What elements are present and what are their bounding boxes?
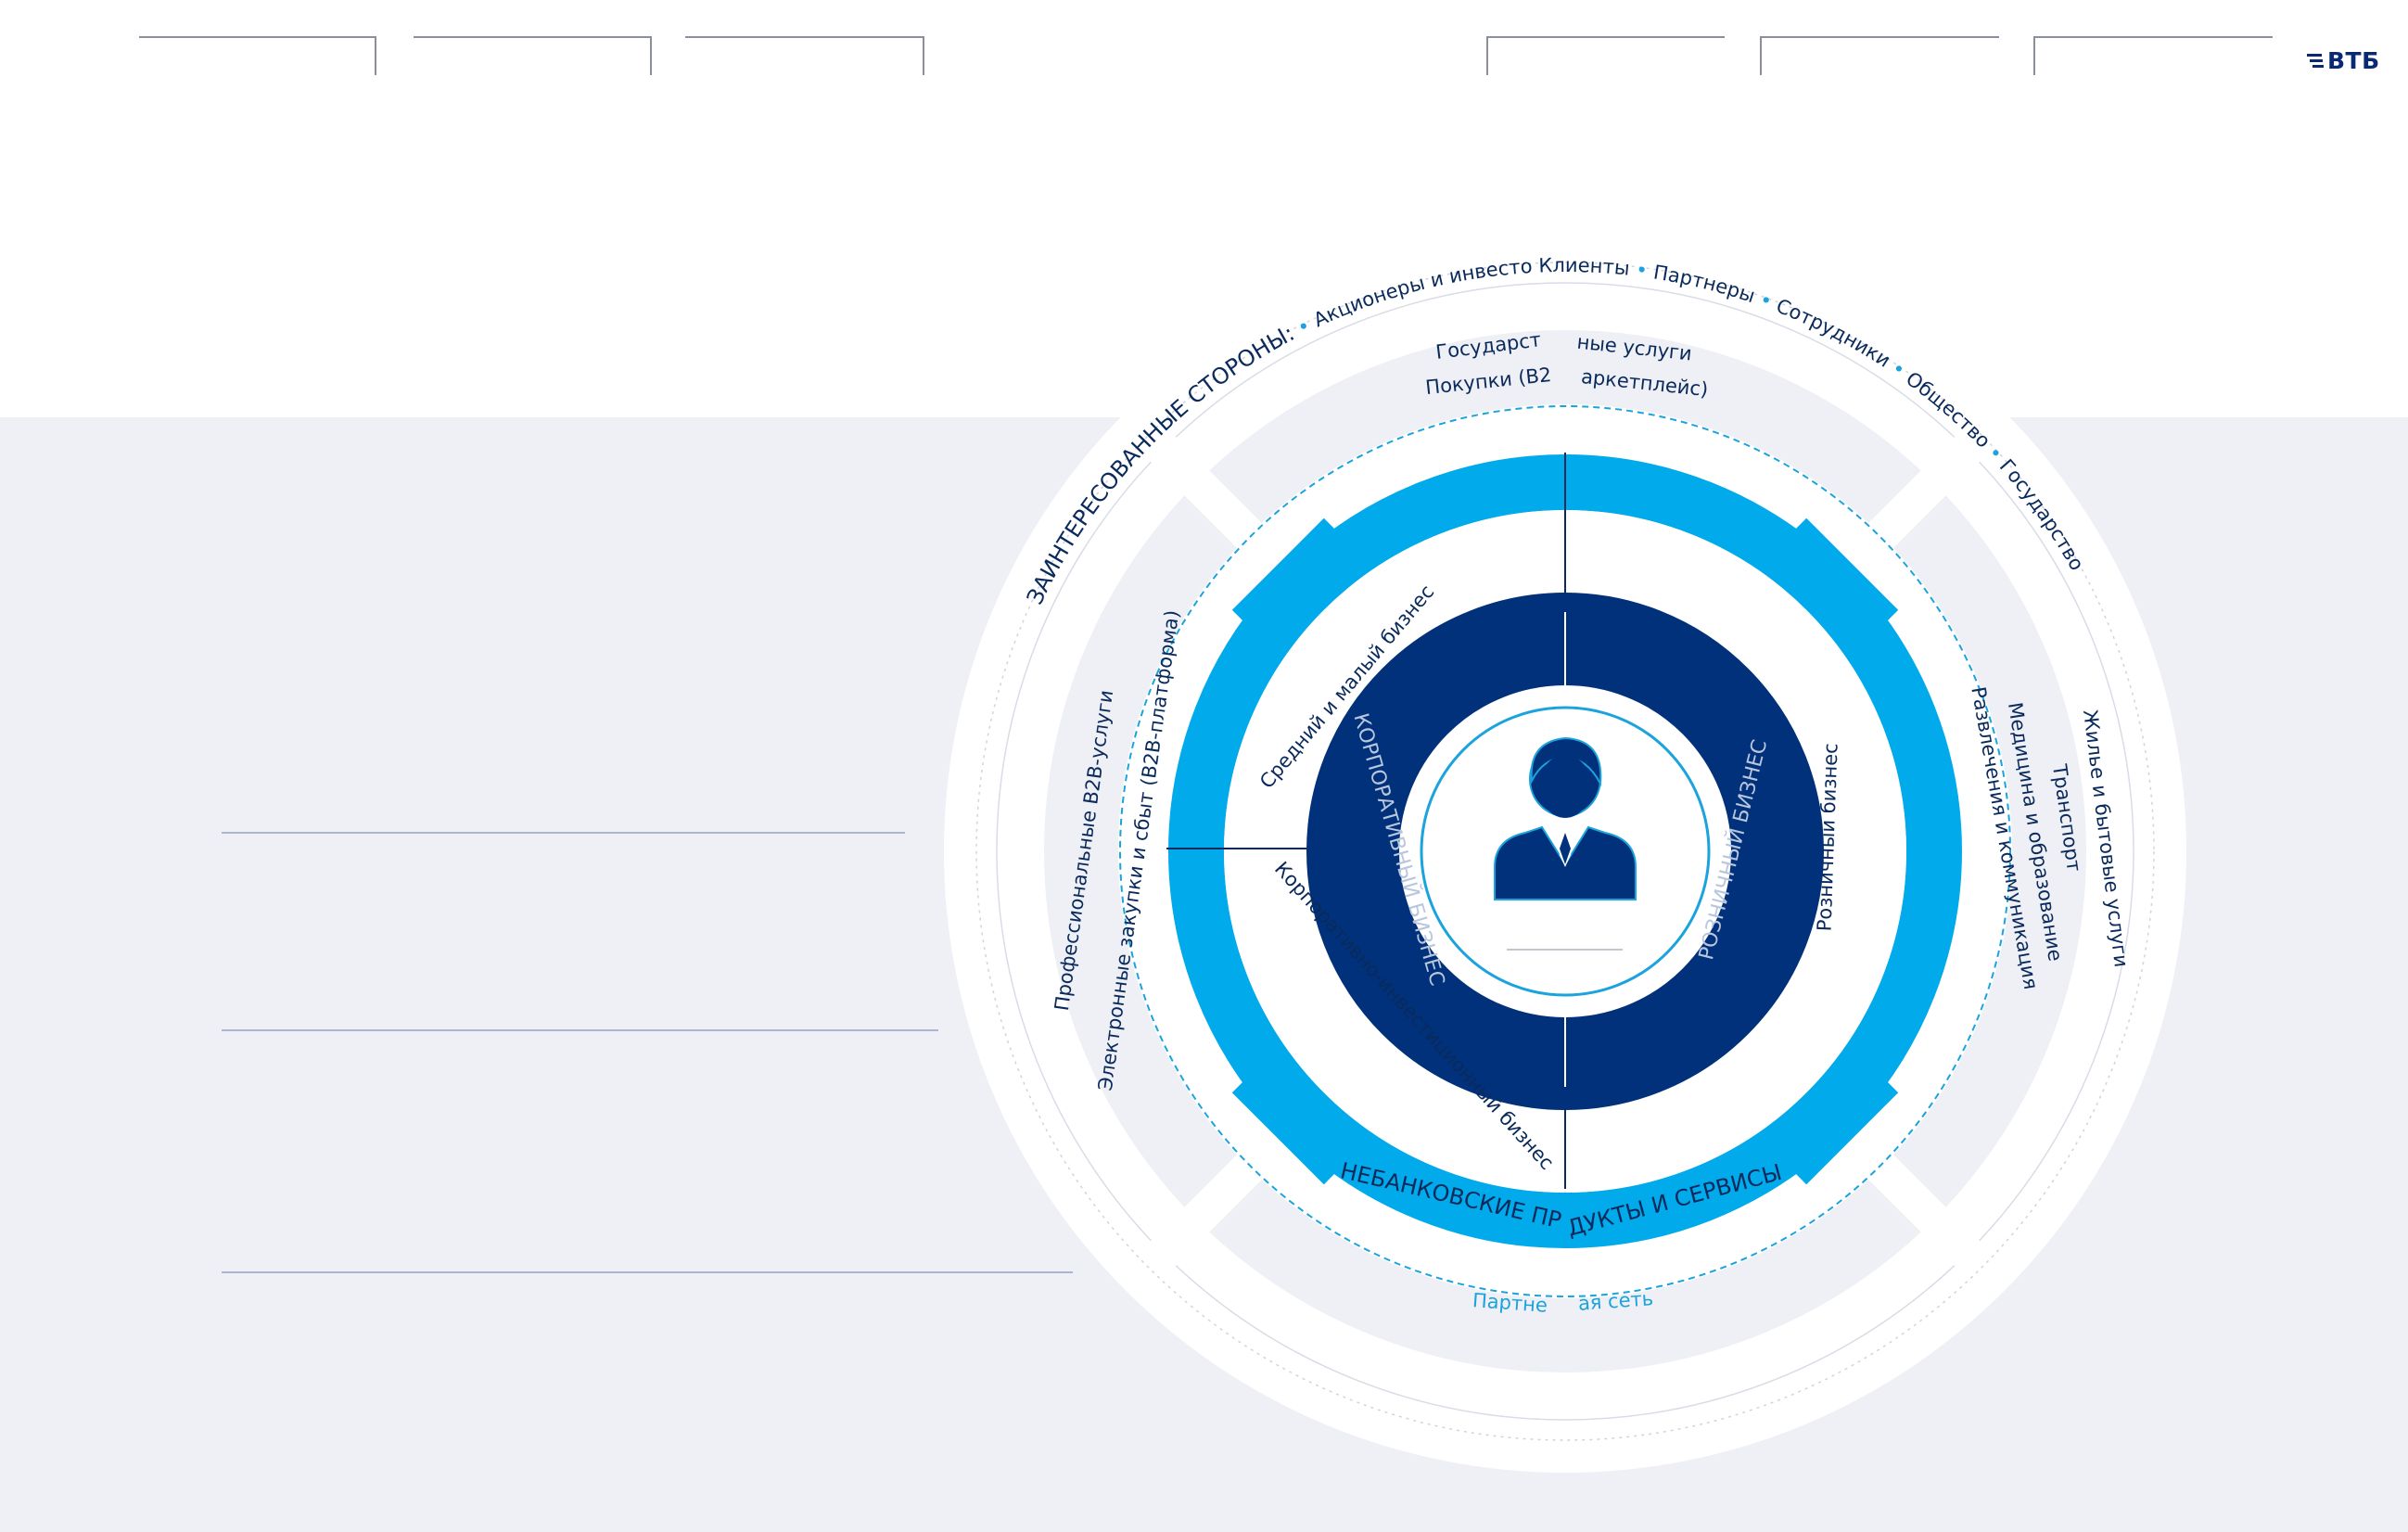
ecosystem-slide: ВТБ ЗАИНТЕРЕСОВАННЫЕ СТОРОНЫ: • Акционер…: [0, 0, 2408, 1532]
stakeholder-clients: Клиенты: [1538, 254, 1631, 280]
ecosystem-diagram: ЗАИНТЕРЕСОВАННЫЕ СТОРОНЫ: • Акционеры и …: [944, 230, 2186, 1473]
